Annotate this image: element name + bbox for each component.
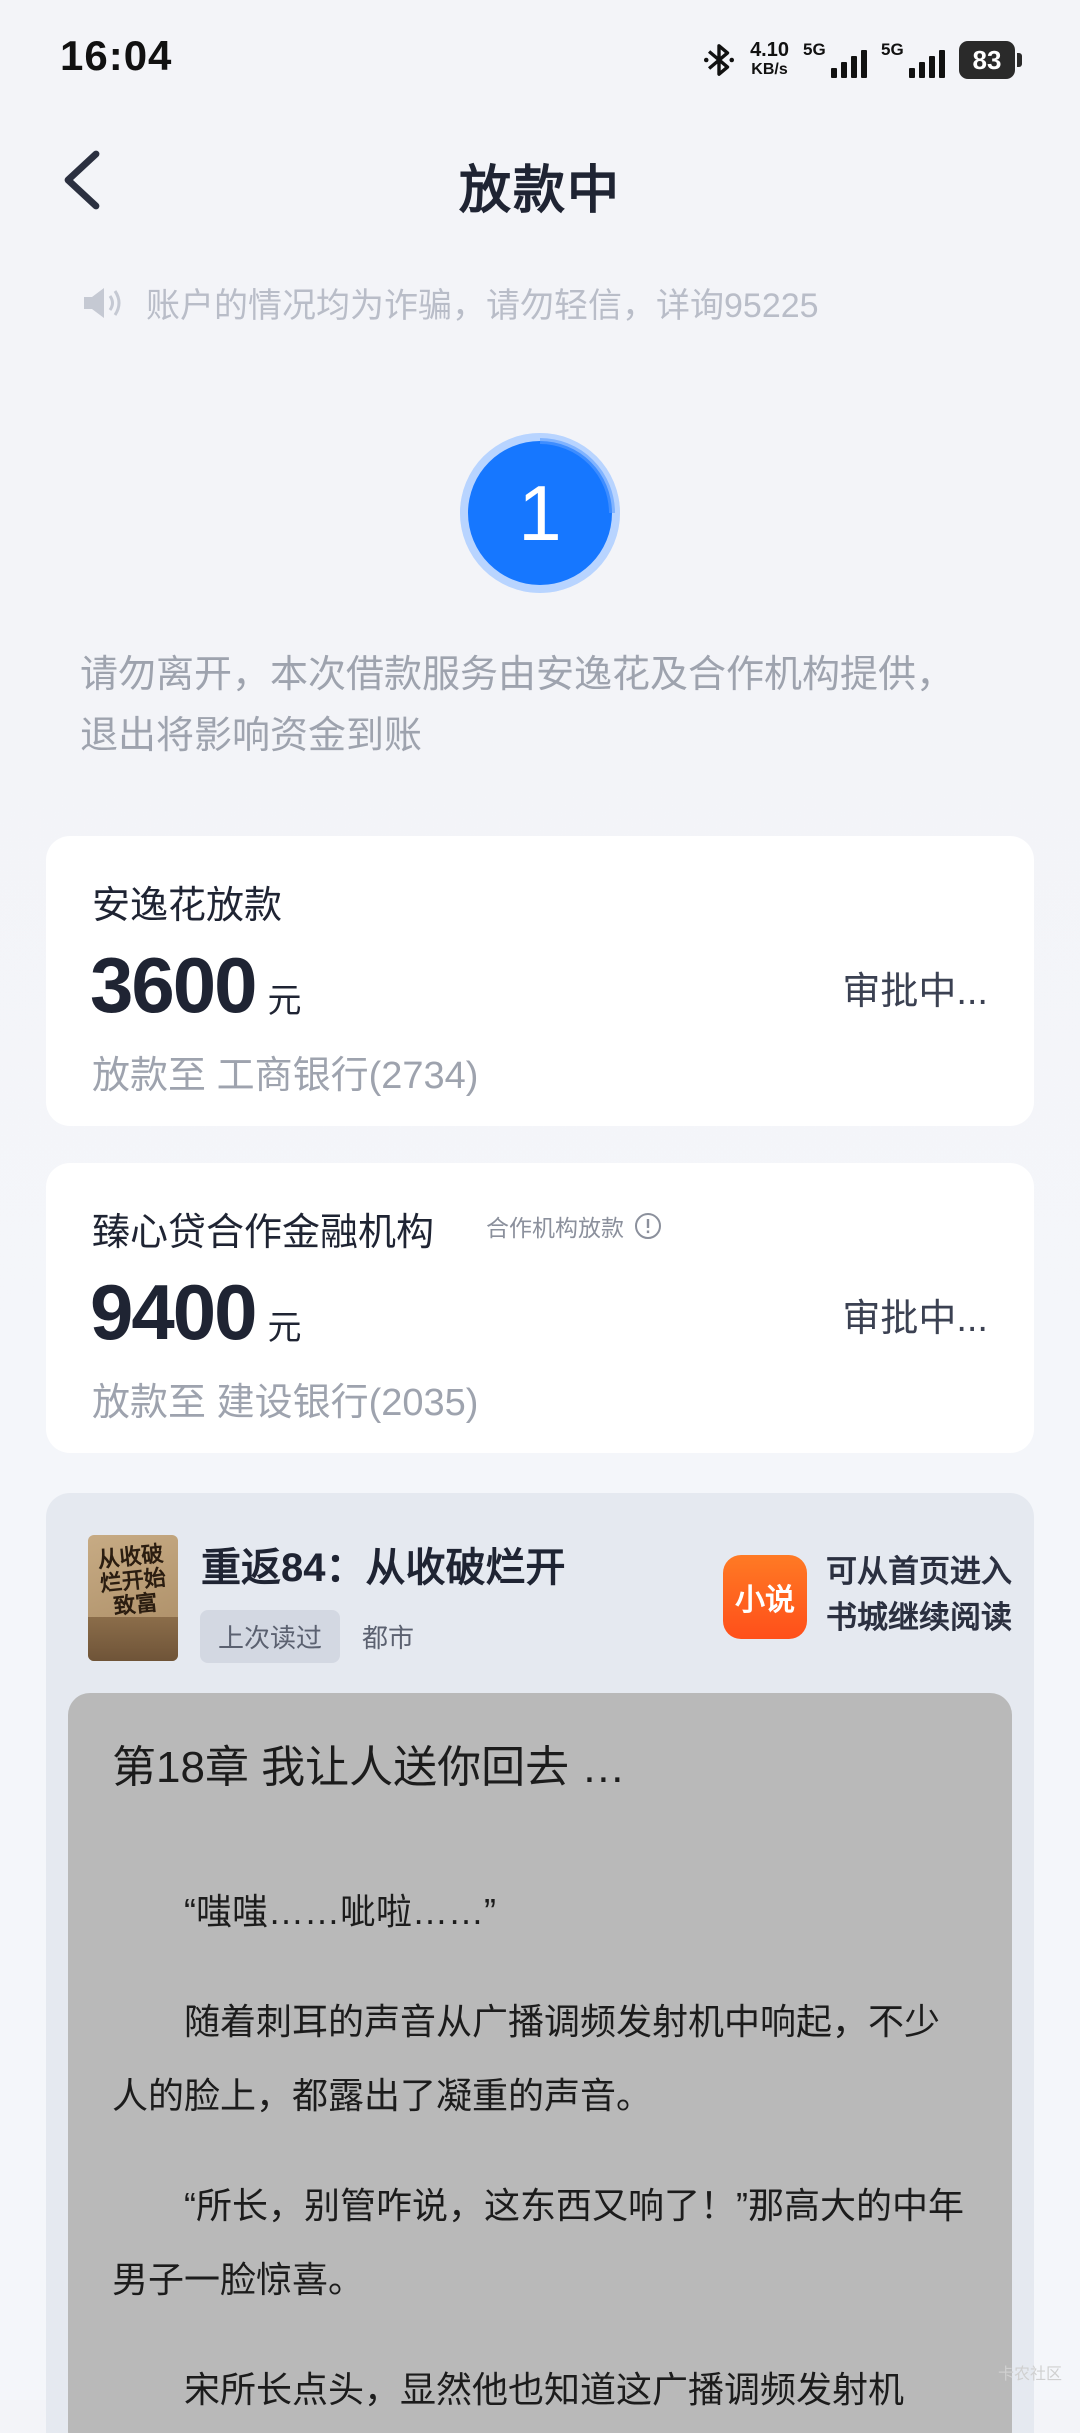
amount-unit: 元 <box>267 982 302 1020</box>
novel-promo[interactable]: 从收破烂开始致富 重返84：从收破烂开 上次读过 都市 小说 可从首页进入 书城… <box>46 1493 1034 2433</box>
page-title: 放款中 <box>458 162 621 220</box>
loan-progress-indicator: 1 <box>455 428 625 598</box>
cover-title: 从收破烂开始致富 <box>96 1540 168 1620</box>
reader-preview[interactable]: 第18章 我让人送你回去 … “嗤嗤……呲啦……” 随着刺耳的声音从广播调频发射… <box>68 1693 1012 2433</box>
sim2-label: 5G <box>881 40 904 59</box>
paragraph: 随着刺耳的声音从广播调频发射机中响起，不少人的脸上，都露出了凝重的声音。 <box>112 2001 941 2116</box>
sim1-label: 5G <box>803 40 826 59</box>
read-tag: 上次读过 <box>200 1610 341 1663</box>
dest-label: 放款至 <box>92 1055 207 1097</box>
partner-tag[interactable]: 合作机构放款 <box>486 1209 662 1243</box>
bank-name: 建设银行(2035) <box>216 1382 479 1424</box>
status-badge: 审批中... <box>842 1298 988 1340</box>
status-badge: 审批中... <box>842 971 988 1013</box>
bank-name: 工商银行(2734) <box>216 1055 479 1097</box>
loan-card: 安逸花放款 3600 元 放款至 工商银行(2734) 审批中... <box>46 836 1034 1126</box>
progress-number: 1 <box>518 468 562 557</box>
stay-tip: 请勿离开，本次借款服务由安逸花及合作机构提供，退出将影响资金到账 <box>80 654 955 757</box>
status-icons: 4.10 KB/s 5G 5G 83 <box>702 36 1022 84</box>
net-speed-value: 4.10 <box>750 39 789 61</box>
net-speed: 4.10 KB/s <box>750 40 789 80</box>
paragraph: “所长，别管咋说，这东西又响了！”那高大的中年男子一脸惊喜。 <box>112 2185 964 2300</box>
speaker-icon <box>84 287 121 318</box>
paragraph: “嗤嗤……呲啦……” <box>184 1891 496 1932</box>
status-time: 16:04 <box>60 32 173 79</box>
genre-label: 都市 <box>362 1623 415 1653</box>
dest-label: 放款至 <box>92 1382 207 1424</box>
battery-level: 83 <box>959 41 1015 79</box>
amount-value: 9400 <box>90 1268 258 1356</box>
loan-destination: 放款至 工商银行(2734) <box>92 1044 478 1099</box>
info-icon[interactable] <box>634 1212 662 1240</box>
loan-amount: 9400 元 <box>90 1267 302 1358</box>
amount-unit: 元 <box>267 1309 302 1347</box>
fraud-notice: 账户的情况均为诈骗，请勿轻信，详询95225 <box>80 278 819 327</box>
signal-icon: 5G <box>803 40 867 80</box>
novel-app-icon[interactable]: 小说 <box>723 1555 807 1639</box>
app-hint-line1: 可从首页进入 <box>826 1554 1012 1589</box>
chapter-title: 第18章 我让人送你回去 … <box>112 1743 626 1792</box>
battery-icon: 83 <box>959 41 1022 79</box>
loan-title: 安逸花放款 <box>92 885 283 927</box>
net-speed-unit: KB/s <box>751 61 788 78</box>
notice-text: 账户的情况均为诈骗，请勿轻信，详询95225 <box>146 287 819 325</box>
loan-destination: 放款至 建设银行(2035) <box>92 1371 478 1426</box>
amount-value: 3600 <box>90 941 258 1029</box>
loan-card: 臻心贷合作金融机构 合作机构放款 9400 元 放款至 建设银行(2035) 审… <box>46 1163 1034 1453</box>
signal-icon: 5G <box>881 40 945 80</box>
paragraph: 宋所长点头，显然他也知道这广播调频发射机 <box>184 2369 905 2410</box>
loan-title: 臻心贷合作金融机构 <box>92 1212 435 1254</box>
book-title[interactable]: 重返84：从收破烂开 <box>201 1535 566 1593</box>
app-hint: 可从首页进入 书城继续阅读 <box>826 1549 1012 1641</box>
app-hint-line2: 书城继续阅读 <box>826 1600 1012 1635</box>
partner-tag-label: 合作机构放款 <box>486 1215 624 1241</box>
watermark: 卡农社区 <box>997 2366 1062 2383</box>
loan-amount: 3600 元 <box>90 940 302 1031</box>
bluetooth-icon <box>704 44 735 76</box>
book-cover[interactable]: 从收破烂开始致富 <box>88 1535 178 1661</box>
